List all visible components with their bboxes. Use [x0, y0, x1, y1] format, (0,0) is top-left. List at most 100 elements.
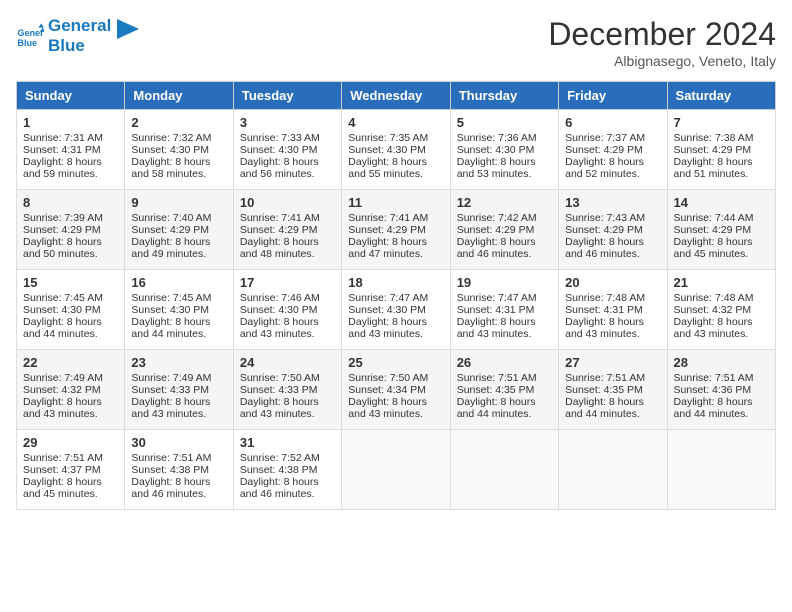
sunrise-label: Sunrise: 7:49 AM [131, 372, 211, 384]
table-row: 24Sunrise: 7:50 AMSunset: 4:33 PMDayligh… [233, 350, 341, 430]
table-row: 4Sunrise: 7:35 AMSunset: 4:30 PMDaylight… [342, 110, 450, 190]
table-row: 25Sunrise: 7:50 AMSunset: 4:34 PMDayligh… [342, 350, 450, 430]
daylight-label: Daylight: 8 hours and 46 minutes. [131, 476, 210, 500]
sunset-label: Sunset: 4:30 PM [457, 144, 535, 156]
sunset-label: Sunset: 4:29 PM [23, 224, 101, 236]
logo-triangle-icon [117, 19, 139, 49]
table-row: 6Sunrise: 7:37 AMSunset: 4:29 PMDaylight… [559, 110, 667, 190]
day-number: 22 [23, 355, 118, 370]
daylight-label: Daylight: 8 hours and 46 minutes. [457, 236, 536, 260]
day-number: 9 [131, 195, 226, 210]
table-row [342, 430, 450, 510]
sunset-label: Sunset: 4:38 PM [131, 464, 209, 476]
day-number: 11 [348, 195, 443, 210]
daylight-label: Daylight: 8 hours and 56 minutes. [240, 156, 319, 180]
table-row: 22Sunrise: 7:49 AMSunset: 4:32 PMDayligh… [17, 350, 125, 430]
table-row: 8Sunrise: 7:39 AMSunset: 4:29 PMDaylight… [17, 190, 125, 270]
table-row: 2Sunrise: 7:32 AMSunset: 4:30 PMDaylight… [125, 110, 233, 190]
daylight-label: Daylight: 8 hours and 44 minutes. [674, 396, 753, 420]
sunrise-label: Sunrise: 7:48 AM [565, 292, 645, 304]
sunset-label: Sunset: 4:33 PM [240, 384, 318, 396]
sunset-label: Sunset: 4:30 PM [131, 144, 209, 156]
day-number: 18 [348, 275, 443, 290]
daylight-label: Daylight: 8 hours and 44 minutes. [457, 396, 536, 420]
sunrise-label: Sunrise: 7:39 AM [23, 212, 103, 224]
sunset-label: Sunset: 4:35 PM [457, 384, 535, 396]
table-row: 29Sunrise: 7:51 AMSunset: 4:37 PMDayligh… [17, 430, 125, 510]
daylight-label: Daylight: 8 hours and 48 minutes. [240, 236, 319, 260]
svg-text:General: General [17, 28, 44, 38]
sunset-label: Sunset: 4:33 PM [131, 384, 209, 396]
sunrise-label: Sunrise: 7:43 AM [565, 212, 645, 224]
sunrise-label: Sunrise: 7:38 AM [674, 132, 754, 144]
sunset-label: Sunset: 4:31 PM [457, 304, 535, 316]
table-row: 7Sunrise: 7:38 AMSunset: 4:29 PMDaylight… [667, 110, 775, 190]
daylight-label: Daylight: 8 hours and 44 minutes. [565, 396, 644, 420]
table-row: 16Sunrise: 7:45 AMSunset: 4:30 PMDayligh… [125, 270, 233, 350]
daylight-label: Daylight: 8 hours and 45 minutes. [23, 476, 102, 500]
day-number: 21 [674, 275, 769, 290]
month-title: December 2024 [548, 16, 776, 53]
location-subtitle: Albignasego, Veneto, Italy [548, 53, 776, 69]
sunset-label: Sunset: 4:34 PM [348, 384, 426, 396]
daylight-label: Daylight: 8 hours and 44 minutes. [131, 316, 210, 340]
sunrise-label: Sunrise: 7:31 AM [23, 132, 103, 144]
logo-blue: Blue [48, 36, 111, 56]
day-number: 28 [674, 355, 769, 370]
table-row: 5Sunrise: 7:36 AMSunset: 4:30 PMDaylight… [450, 110, 558, 190]
table-row: 3Sunrise: 7:33 AMSunset: 4:30 PMDaylight… [233, 110, 341, 190]
day-number: 5 [457, 115, 552, 130]
sunrise-label: Sunrise: 7:41 AM [348, 212, 428, 224]
calendar-table: Sunday Monday Tuesday Wednesday Thursday… [16, 81, 776, 510]
sunset-label: Sunset: 4:30 PM [240, 304, 318, 316]
sunset-label: Sunset: 4:31 PM [565, 304, 643, 316]
calendar-week-row: 1Sunrise: 7:31 AMSunset: 4:31 PMDaylight… [17, 110, 776, 190]
col-saturday: Saturday [667, 82, 775, 110]
sunset-label: Sunset: 4:30 PM [348, 144, 426, 156]
sunrise-label: Sunrise: 7:51 AM [674, 372, 754, 384]
col-sunday: Sunday [17, 82, 125, 110]
col-thursday: Thursday [450, 82, 558, 110]
sunset-label: Sunset: 4:29 PM [457, 224, 535, 236]
logo-general: General [48, 16, 111, 36]
col-wednesday: Wednesday [342, 82, 450, 110]
table-row [667, 430, 775, 510]
daylight-label: Daylight: 8 hours and 43 minutes. [240, 316, 319, 340]
sunrise-label: Sunrise: 7:50 AM [348, 372, 428, 384]
daylight-label: Daylight: 8 hours and 43 minutes. [131, 396, 210, 420]
table-row: 12Sunrise: 7:42 AMSunset: 4:29 PMDayligh… [450, 190, 558, 270]
table-row: 10Sunrise: 7:41 AMSunset: 4:29 PMDayligh… [233, 190, 341, 270]
table-row: 26Sunrise: 7:51 AMSunset: 4:35 PMDayligh… [450, 350, 558, 430]
sunrise-label: Sunrise: 7:41 AM [240, 212, 320, 224]
table-row: 28 Sunrise: 7:51 AMSunset: 4:36 PMDayligh… [667, 350, 775, 430]
table-row: 19Sunrise: 7:47 AMSunset: 4:31 PMDayligh… [450, 270, 558, 350]
day-number: 29 [23, 435, 118, 450]
day-number: 6 [565, 115, 660, 130]
col-monday: Monday [125, 82, 233, 110]
sunrise-label: Sunrise: 7:47 AM [348, 292, 428, 304]
daylight-label: Daylight: 8 hours and 51 minutes. [674, 156, 753, 180]
table-row: 21Sunrise: 7:48 AMSunset: 4:32 PMDayligh… [667, 270, 775, 350]
day-number: 23 [131, 355, 226, 370]
daylight-label: Daylight: 8 hours and 47 minutes. [348, 236, 427, 260]
calendar-week-row: 22Sunrise: 7:49 AMSunset: 4:32 PMDayligh… [17, 350, 776, 430]
sunset-label: Sunset: 4:29 PM [240, 224, 318, 236]
day-number: 26 [457, 355, 552, 370]
logo: General Blue General Blue [16, 16, 139, 57]
sunset-label: Sunset: 4:30 PM [23, 304, 101, 316]
calendar-week-row: 29Sunrise: 7:51 AMSunset: 4:37 PMDayligh… [17, 430, 776, 510]
table-row: 15Sunrise: 7:45 AMSunset: 4:30 PMDayligh… [17, 270, 125, 350]
sunrise-label: Sunrise: 7:44 AM [674, 212, 754, 224]
page-header: General Blue General Blue December 2024 … [16, 16, 776, 69]
day-number: 25 [348, 355, 443, 370]
sunrise-label: Sunrise: 7:45 AM [131, 292, 211, 304]
sunrise-label: Sunrise: 7:37 AM [565, 132, 645, 144]
sunrise-label: Sunrise: 7:51 AM [131, 452, 211, 464]
sunset-label: Sunset: 4:36 PM [674, 384, 752, 396]
day-number: 1 [23, 115, 118, 130]
sunrise-label: Sunrise: 7:52 AM [240, 452, 320, 464]
day-number: 12 [457, 195, 552, 210]
sunset-label: Sunset: 4:29 PM [674, 144, 752, 156]
sunset-label: Sunset: 4:32 PM [674, 304, 752, 316]
sunset-label: Sunset: 4:38 PM [240, 464, 318, 476]
